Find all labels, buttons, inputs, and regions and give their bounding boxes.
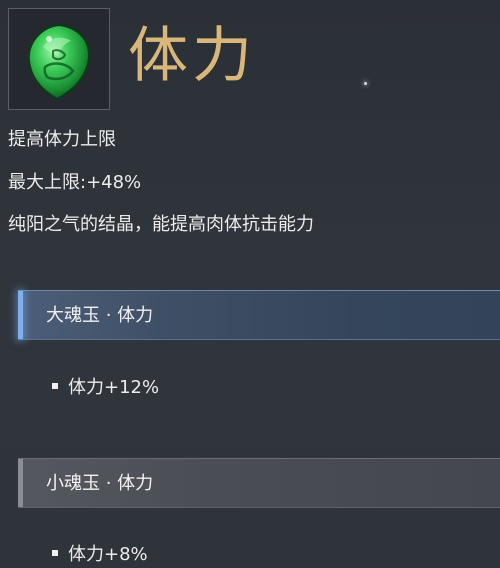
set-name: 大魂玉 · 体力 bbox=[46, 305, 154, 326]
green-jade-shield-icon bbox=[27, 23, 91, 101]
active-accent-bar bbox=[18, 291, 23, 339]
set-header-large[interactable]: 大魂玉 · 体力 bbox=[18, 290, 500, 340]
item-title: 体力 bbox=[128, 21, 256, 91]
set-bonus-text: 体力+8% bbox=[68, 544, 148, 565]
sparkle-decoration bbox=[364, 82, 367, 85]
set-name: 小魂玉 · 体力 bbox=[46, 473, 154, 494]
max-cap-text: 最大上限:+48% bbox=[8, 172, 142, 193]
set-bonus: 体力+12% bbox=[52, 376, 159, 400]
flavor-text: 纯阳之气的结晶，能提高肉体抗击能力 bbox=[8, 214, 314, 235]
item-icon-frame bbox=[8, 8, 110, 110]
set-bonus: 体力+8% bbox=[52, 543, 148, 567]
bullet-icon bbox=[52, 383, 58, 389]
effect-text: 提高体力上限 bbox=[8, 129, 116, 150]
inactive-accent-bar bbox=[18, 459, 23, 507]
set-header-small[interactable]: 小魂玉 · 体力 bbox=[18, 458, 500, 508]
set-bonus-text: 体力+12% bbox=[68, 377, 160, 398]
bullet-icon bbox=[52, 550, 58, 556]
